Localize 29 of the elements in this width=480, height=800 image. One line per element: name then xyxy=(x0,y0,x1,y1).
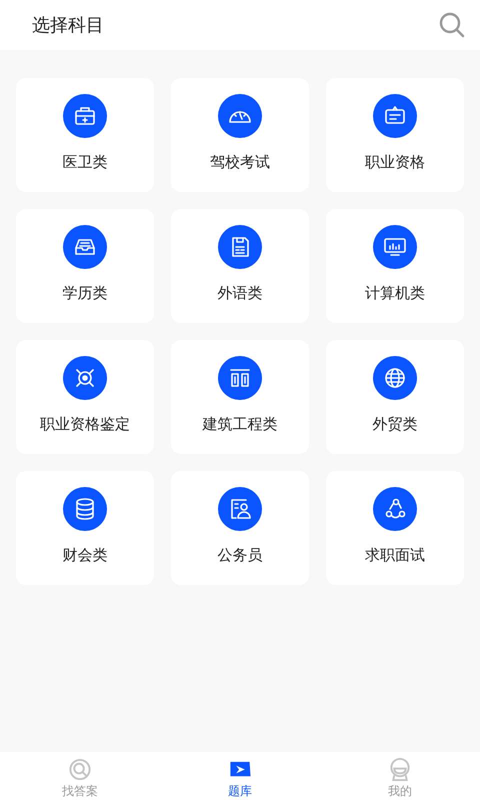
speedometer-icon xyxy=(218,94,262,138)
network-icon xyxy=(373,487,417,531)
subject-card[interactable]: 医卫类 xyxy=(16,78,154,192)
subject-card[interactable]: 学历类 xyxy=(16,209,154,323)
subject-card[interactable]: 计算机类 xyxy=(326,209,464,323)
subject-card[interactable]: 公务员 xyxy=(171,471,309,585)
columns-icon xyxy=(218,356,262,400)
target-icon xyxy=(63,356,107,400)
monitor-chart-icon xyxy=(373,225,417,269)
id-card-icon xyxy=(373,94,417,138)
subject-card[interactable]: 外贸类 xyxy=(326,340,464,454)
profile-card-icon xyxy=(218,487,262,531)
page-title: 选择科目 xyxy=(32,14,104,37)
tab-bar-item[interactable]: 题库 xyxy=(160,752,320,800)
medical-kit-icon xyxy=(63,94,107,138)
subject-card[interactable]: 职业资格 xyxy=(326,78,464,192)
subject-card[interactable]: 财会类 xyxy=(16,471,154,585)
subject-card[interactable]: 求职面试 xyxy=(326,471,464,585)
subject-card[interactable]: 外语类 xyxy=(171,209,309,323)
globe-icon xyxy=(373,356,417,400)
inbox-icon xyxy=(63,225,107,269)
database-icon xyxy=(63,487,107,531)
subject-card[interactable]: 建筑工程类 xyxy=(171,340,309,454)
search-icon xyxy=(68,758,92,781)
subject-card[interactable]: 驾校考试 xyxy=(171,78,309,192)
search-button[interactable] xyxy=(438,11,466,39)
subject-card[interactable]: 职业资格鉴定 xyxy=(16,340,154,454)
robot-face-icon xyxy=(388,758,412,781)
floppy-disk-icon xyxy=(218,225,262,269)
